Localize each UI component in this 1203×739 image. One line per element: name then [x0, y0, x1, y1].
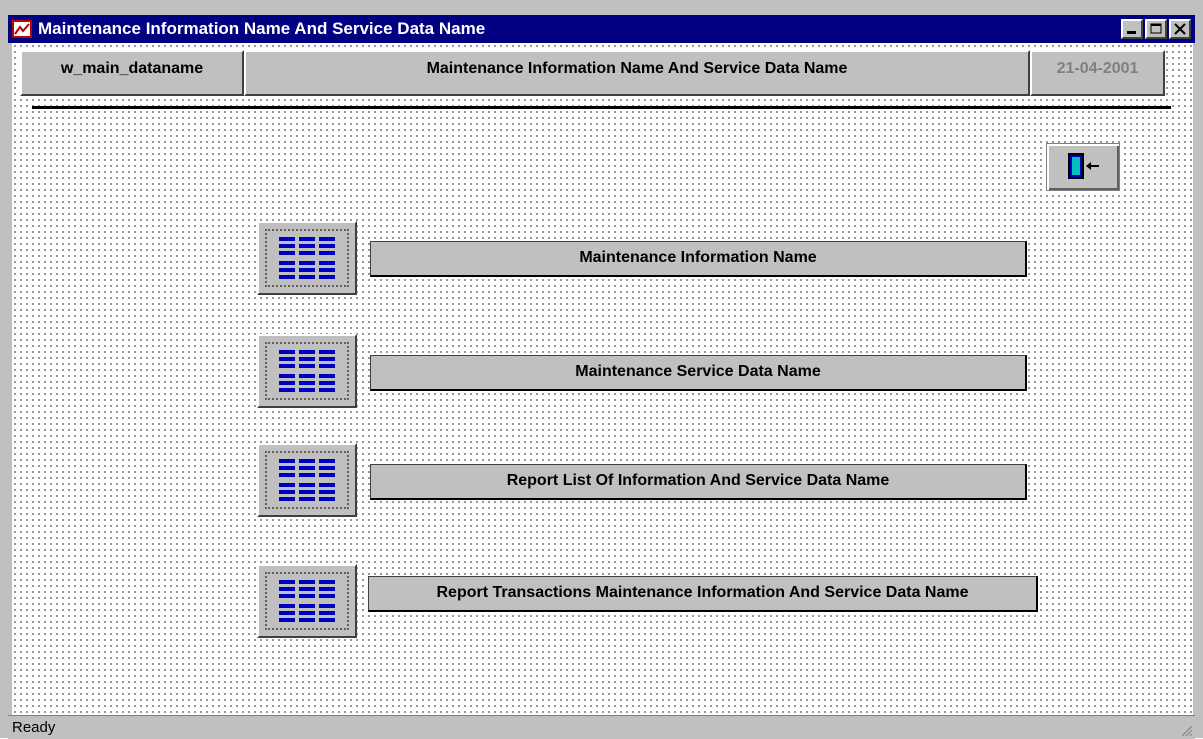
- minimize-icon: [1127, 31, 1136, 34]
- resize-grip-icon[interactable]: [1179, 723, 1193, 737]
- menu-label-3[interactable]: Report List Of Information And Service D…: [370, 464, 1027, 500]
- app-icon: [12, 20, 32, 38]
- menu-label-2-text: Maintenance Service Data Name: [575, 363, 821, 380]
- menu-label-1[interactable]: Maintenance Information Name: [370, 241, 1027, 277]
- header-title: Maintenance Information Name And Service…: [426, 60, 848, 77]
- menu-label-1-text: Maintenance Information Name: [579, 249, 817, 266]
- app-window: Maintenance Information Name And Service…: [0, 0, 1203, 739]
- title-bar[interactable]: Maintenance Information Name And Service…: [8, 15, 1195, 43]
- object-name-box: w_main_dataname: [20, 50, 244, 96]
- header-divider: [32, 106, 1171, 109]
- close-button[interactable]: [1169, 19, 1191, 39]
- menu-button-2[interactable]: [257, 334, 357, 408]
- menu-button-1[interactable]: [257, 221, 357, 295]
- exit-button[interactable]: [1046, 143, 1120, 191]
- date-box: 21-04-2001: [1030, 50, 1165, 96]
- menu-label-4[interactable]: Report Transactions Maintenance Informat…: [368, 576, 1038, 612]
- menu-label-4-text: Report Transactions Maintenance Informat…: [436, 584, 969, 601]
- grid-icon: [279, 350, 335, 392]
- grid-icon: [279, 459, 335, 501]
- maximize-button[interactable]: [1145, 19, 1167, 39]
- window-title: Maintenance Information Name And Service…: [38, 19, 486, 38]
- status-text: Ready: [12, 719, 56, 736]
- form-area: w_main_dataname Maintenance Information …: [12, 43, 1193, 715]
- minimize-button[interactable]: [1121, 19, 1143, 39]
- menu-button-4[interactable]: [257, 564, 357, 638]
- grid-icon: [279, 580, 335, 622]
- object-name: w_main_dataname: [60, 60, 204, 77]
- grid-icon: [279, 237, 335, 279]
- close-icon: [1174, 23, 1186, 35]
- header-title-box: Maintenance Information Name And Service…: [244, 50, 1030, 96]
- status-bar: Ready: [8, 715, 1195, 739]
- maximize-icon: [1150, 23, 1162, 34]
- menu-button-3[interactable]: [257, 443, 357, 517]
- exit-door-icon: [1068, 153, 1099, 179]
- menu-label-2[interactable]: Maintenance Service Data Name: [370, 355, 1027, 391]
- menu-label-3-text: Report List Of Information And Service D…: [506, 472, 890, 489]
- header-date: 21-04-2001: [1056, 60, 1139, 77]
